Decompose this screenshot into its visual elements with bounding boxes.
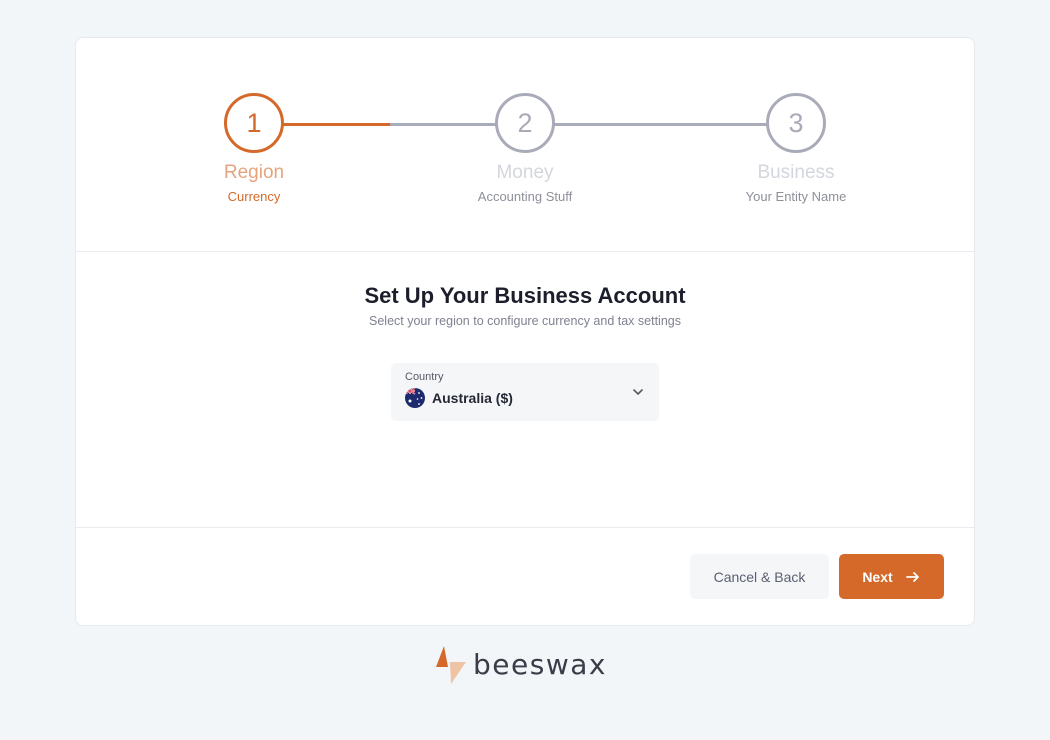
australia-flag-icon bbox=[405, 388, 425, 408]
lightning-bolt-icon bbox=[436, 646, 466, 684]
setup-card: 1 Region Currency 2 Money Accounting Stu… bbox=[75, 37, 975, 626]
country-select-label: Country bbox=[405, 371, 444, 383]
page-subtitle: Select your region to configure currency… bbox=[369, 314, 681, 328]
step-title: Region bbox=[223, 162, 285, 183]
chevron-down-icon bbox=[633, 389, 643, 395]
step-region[interactable]: 1 Region Currency bbox=[174, 93, 334, 204]
step-subtitle: Accounting Stuff bbox=[477, 189, 573, 204]
step-number-circle: 2 bbox=[495, 93, 555, 153]
main-content: Set Up Your Business Account Select your… bbox=[76, 252, 974, 528]
brand-logo: beeswax bbox=[434, 645, 607, 685]
arrow-right-icon bbox=[905, 571, 919, 582]
card-footer: Cancel & Back Next bbox=[76, 528, 974, 626]
next-button[interactable]: Next bbox=[839, 554, 944, 599]
brand-name: beeswax bbox=[473, 648, 607, 681]
next-button-label: Next bbox=[862, 568, 893, 585]
country-select[interactable]: Country Australia ($) bbox=[391, 363, 659, 421]
step-subtitle: Your Entity Name bbox=[745, 189, 847, 204]
step-number-circle: 3 bbox=[766, 93, 826, 153]
step-title: Money bbox=[496, 162, 554, 183]
country-select-value: Australia ($) bbox=[405, 388, 513, 408]
step-number-circle: 1 bbox=[224, 93, 284, 153]
step-title: Business bbox=[757, 162, 835, 183]
step-subtitle: Currency bbox=[227, 189, 281, 204]
cancel-back-button[interactable]: Cancel & Back bbox=[690, 554, 829, 599]
step-money[interactable]: 2 Money Accounting Stuff bbox=[445, 93, 605, 204]
stepper: 1 Region Currency 2 Money Accounting Stu… bbox=[76, 38, 974, 252]
page-title: Set Up Your Business Account bbox=[364, 283, 686, 308]
step-business[interactable]: 3 Business Your Entity Name bbox=[716, 93, 876, 204]
country-select-text: Australia ($) bbox=[432, 390, 513, 406]
